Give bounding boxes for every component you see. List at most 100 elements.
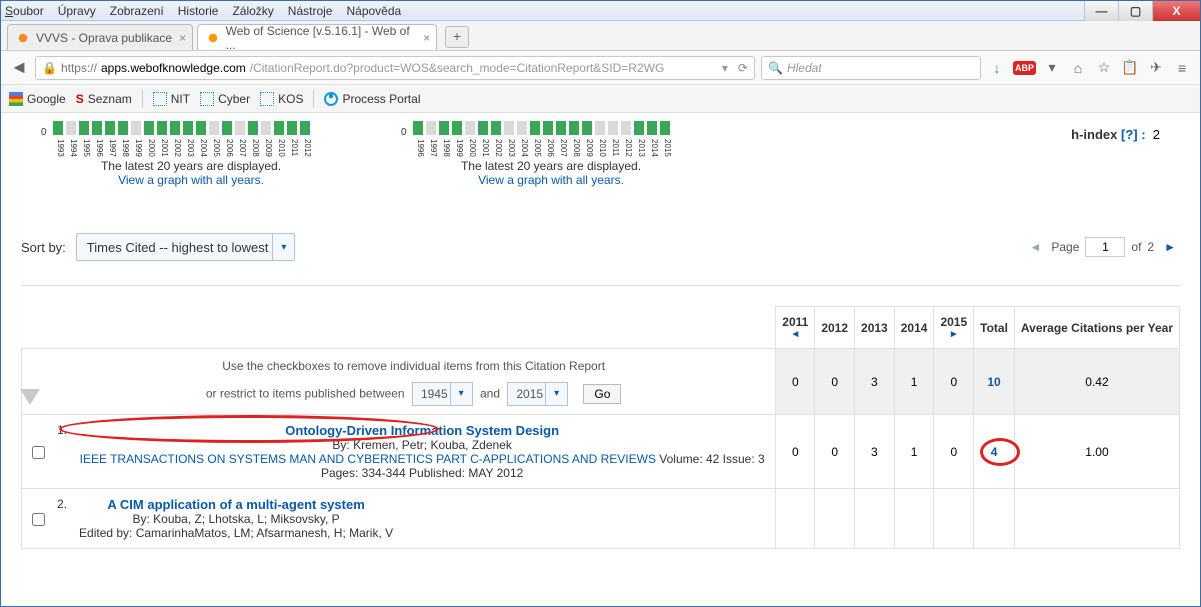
clipboard-icon[interactable]: 📋 bbox=[1120, 59, 1140, 76]
browser-tabbar: VVVS - Oprava publikace × Web of Science… bbox=[1, 21, 1200, 51]
summary-2012: 0 bbox=[815, 349, 855, 415]
url-dropdown-icon[interactable]: ▾ bbox=[722, 61, 728, 75]
record-title-link[interactable]: A CIM application of a multi-agent syste… bbox=[107, 497, 364, 512]
chart-published-years: 0199319941995199619971998199920002001200… bbox=[41, 117, 341, 187]
abp-icon[interactable]: ABP bbox=[1013, 61, 1036, 75]
chart-all-years-link[interactable]: View a graph with all years. bbox=[401, 173, 701, 187]
bookmark-nit[interactable]: NIT bbox=[153, 92, 190, 106]
year-prev-icon[interactable]: ◄ bbox=[782, 329, 808, 340]
svg-text:2008: 2008 bbox=[572, 139, 581, 157]
table-row: 2. A CIM application of a multi-agent sy… bbox=[22, 489, 1180, 549]
bookmark-seznam[interactable]: SSeznam bbox=[76, 92, 132, 106]
seznam-icon: S bbox=[76, 92, 84, 106]
url-bar[interactable]: 🔒 https://apps.webofknowledge.com/Citati… bbox=[35, 56, 755, 80]
svg-text:2010: 2010 bbox=[277, 139, 286, 157]
svg-text:1997: 1997 bbox=[429, 139, 438, 157]
h-index-help-link[interactable]: [?] : bbox=[1121, 127, 1146, 142]
cell-total[interactable]: 4 bbox=[974, 415, 1015, 489]
col-year-2014: 2014 bbox=[894, 307, 934, 349]
gear-icon bbox=[324, 92, 338, 106]
abp-dropdown-icon[interactable]: ▾ bbox=[1042, 59, 1062, 76]
chart-caption: The latest 20 years are displayed. bbox=[41, 159, 341, 173]
nav-back-button[interactable]: ◄ bbox=[9, 58, 29, 78]
svg-text:2005: 2005 bbox=[212, 139, 221, 157]
summary-2011: 0 bbox=[776, 349, 815, 415]
browser-tab-wos[interactable]: Web of Science [v.5.16.1] - Web of ... × bbox=[197, 24, 437, 50]
bookmark-process-portal[interactable]: Process Portal bbox=[324, 92, 420, 106]
col-avg: Average Citations per Year bbox=[1014, 307, 1179, 349]
cell-2013: 3 bbox=[855, 415, 895, 489]
svg-text:2004: 2004 bbox=[199, 139, 208, 157]
tab-close-icon[interactable]: × bbox=[423, 31, 430, 45]
svg-text:2014: 2014 bbox=[650, 139, 659, 157]
year-and-label: and bbox=[480, 387, 500, 401]
svg-text:1996: 1996 bbox=[416, 139, 425, 157]
h-index-label: h-index bbox=[1071, 127, 1117, 142]
row-checkbox[interactable] bbox=[32, 425, 45, 480]
menu-nastroje[interactable]: Nástroje bbox=[288, 4, 333, 18]
svg-text:2003: 2003 bbox=[507, 139, 516, 157]
menu-soubor[interactable]: Soubor bbox=[5, 4, 44, 18]
annotation-ellipse bbox=[980, 438, 1020, 466]
col-year-2012: 2012 bbox=[815, 307, 855, 349]
record-authors: By: Kouba, Z; Lhotska, L; Miksovsky, P bbox=[79, 512, 393, 526]
svg-text:1996: 1996 bbox=[95, 139, 104, 157]
svg-text:2010: 2010 bbox=[598, 139, 607, 157]
col-total: Total bbox=[974, 307, 1015, 349]
menu-zalozky[interactable]: Záložky bbox=[232, 4, 273, 18]
send-icon[interactable]: ✈ bbox=[1146, 59, 1166, 76]
cell-2012: 0 bbox=[815, 415, 855, 489]
browser-search-input[interactable]: 🔍 Hledat bbox=[761, 56, 981, 80]
svg-text:2007: 2007 bbox=[238, 139, 247, 157]
home-icon[interactable]: ⌂ bbox=[1068, 60, 1088, 76]
svg-text:2002: 2002 bbox=[173, 139, 182, 157]
svg-text:2015: 2015 bbox=[663, 139, 672, 157]
bookmark-google[interactable]: Google bbox=[9, 92, 66, 106]
record-source-link[interactable]: IEEE TRANSACTIONS ON SYSTEMS MAN AND CYB… bbox=[80, 452, 656, 466]
col-year-2013: 2013 bbox=[855, 307, 895, 349]
svg-text:2003: 2003 bbox=[186, 139, 195, 157]
download-icon[interactable]: ↓ bbox=[987, 60, 1007, 76]
pager-prev-button[interactable]: ◄ bbox=[1025, 240, 1045, 254]
svg-text:1999: 1999 bbox=[455, 139, 464, 157]
menu-upravy[interactable]: Úpravy bbox=[58, 4, 96, 18]
cell-2011: 0 bbox=[776, 415, 815, 489]
pager-page-input[interactable] bbox=[1085, 237, 1125, 257]
year-to-select[interactable]: 2015▾ bbox=[507, 382, 568, 406]
bookmark-star-icon[interactable]: ☆ bbox=[1094, 59, 1114, 76]
window-maximize-button[interactable]: ▢ bbox=[1118, 1, 1152, 21]
menu-historie[interactable]: Historie bbox=[178, 4, 219, 18]
pager-of-label: of bbox=[1131, 240, 1141, 254]
svg-text:2011: 2011 bbox=[611, 139, 620, 157]
record-title-link[interactable]: Ontology-Driven Information System Desig… bbox=[285, 423, 559, 438]
svg-text:2000: 2000 bbox=[147, 139, 156, 157]
browser-tab-vvvs[interactable]: VVVS - Oprava publikace × bbox=[7, 24, 193, 50]
svg-text:2002: 2002 bbox=[494, 139, 503, 157]
row-checkbox[interactable] bbox=[32, 499, 45, 540]
summary-2013: 3 bbox=[855, 349, 895, 415]
year-next-icon[interactable]: ► bbox=[940, 329, 967, 340]
tab-close-icon[interactable]: × bbox=[179, 31, 186, 45]
reload-icon[interactable]: ⟳ bbox=[738, 61, 748, 75]
menu-napoveda[interactable]: Nápověda bbox=[346, 4, 401, 18]
svg-text:1995: 1995 bbox=[82, 139, 91, 157]
svg-text:1993: 1993 bbox=[56, 139, 65, 157]
pager-next-button[interactable]: ► bbox=[1160, 240, 1180, 254]
new-tab-button[interactable]: + bbox=[445, 26, 469, 48]
bookmark-cyber[interactable]: Cyber bbox=[200, 92, 250, 106]
go-button[interactable]: Go bbox=[583, 384, 621, 404]
sort-dropdown-value: Times Cited -- highest to lowest bbox=[87, 240, 269, 255]
window-minimize-button[interactable]: — bbox=[1084, 1, 1118, 21]
chart-all-years-link[interactable]: View a graph with all years. bbox=[41, 173, 341, 187]
year-from-select[interactable]: 1945▾ bbox=[412, 382, 473, 406]
lock-icon: 🔒 bbox=[42, 61, 57, 75]
window-close-button[interactable]: X bbox=[1152, 1, 1200, 21]
summary-total[interactable]: 10 bbox=[974, 349, 1015, 415]
sort-dropdown[interactable]: Times Cited -- highest to lowest ▾ bbox=[76, 233, 296, 261]
svg-text:2012: 2012 bbox=[303, 139, 312, 157]
bookmark-kos[interactable]: KOS bbox=[260, 92, 303, 106]
svg-text:2008: 2008 bbox=[251, 139, 260, 157]
hamburger-menu-icon[interactable]: ≡ bbox=[1172, 60, 1192, 76]
menu-zobrazeni[interactable]: Zobrazení bbox=[110, 4, 164, 18]
h-index-box: h-index [?] : 2 bbox=[1071, 117, 1160, 187]
